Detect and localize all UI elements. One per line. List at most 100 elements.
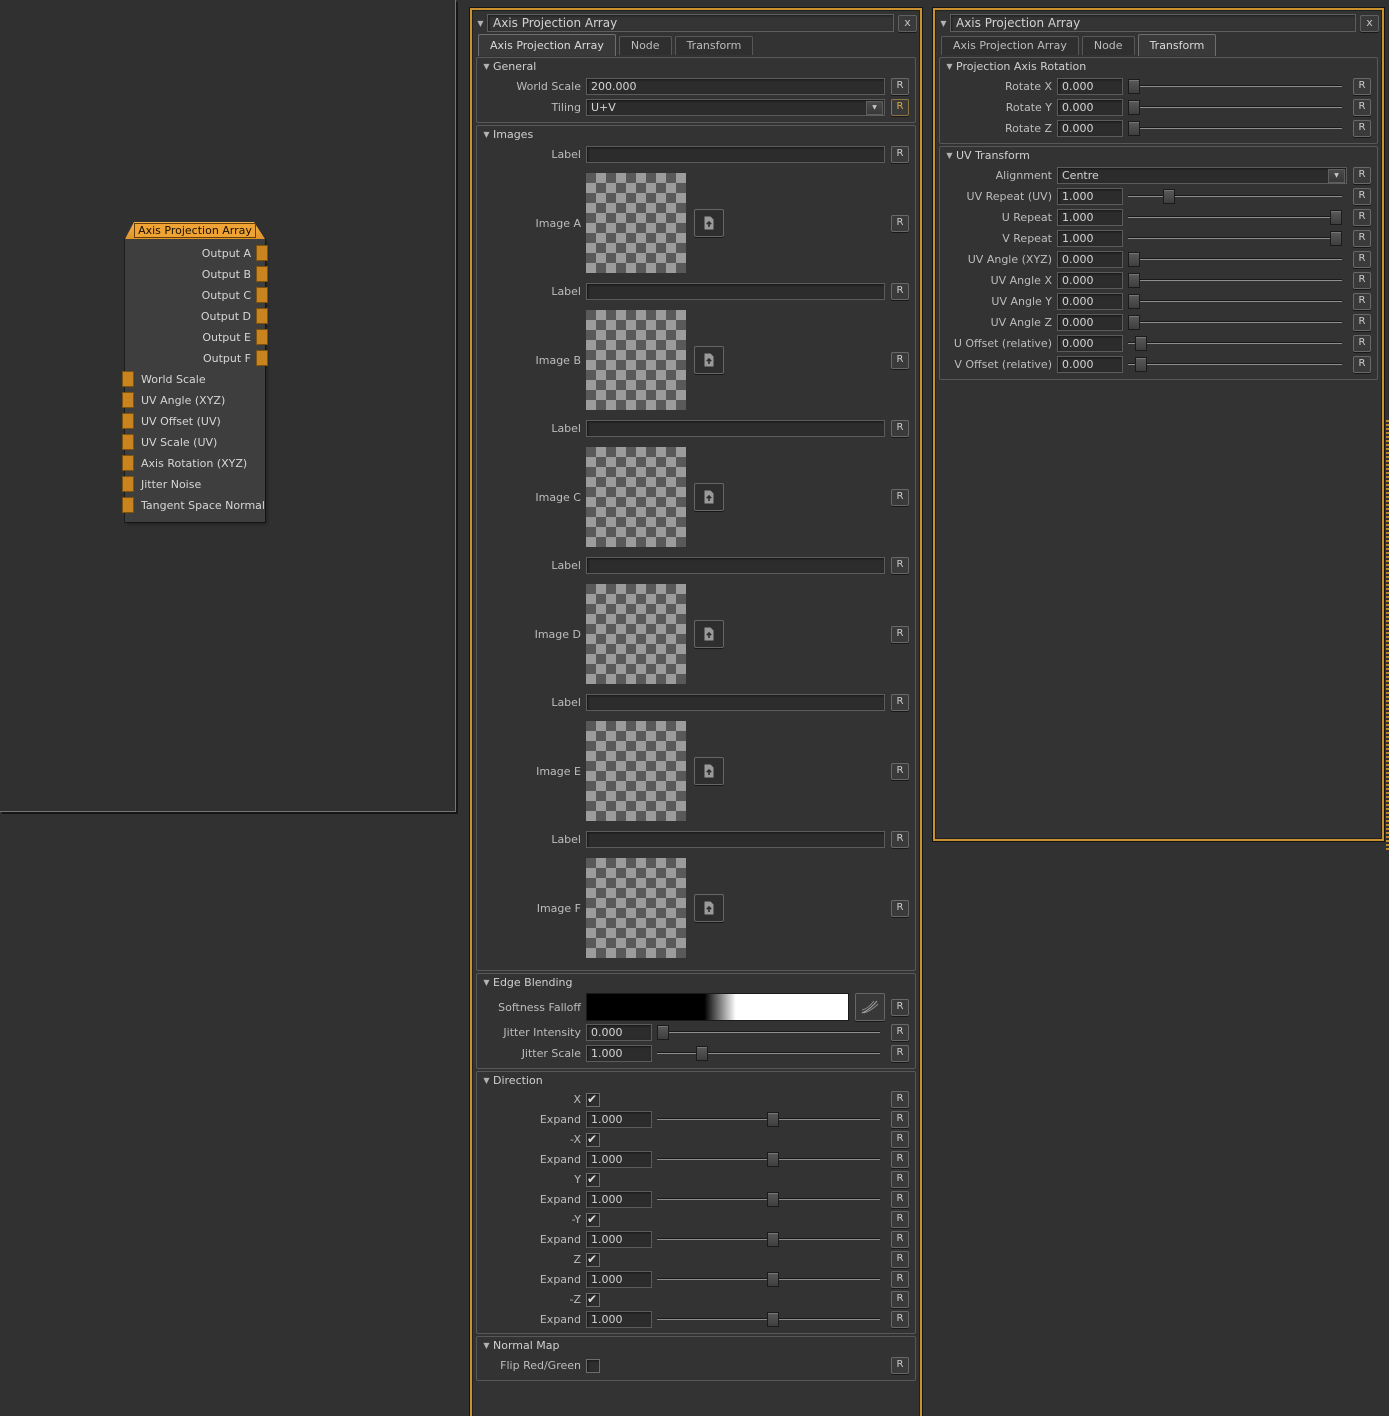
reset-button[interactable]: R xyxy=(891,1091,909,1108)
section-header[interactable]: ▼ Normal Map xyxy=(477,1337,915,1354)
uv-angle-xyz-slider[interactable] xyxy=(1128,251,1342,268)
output-connector[interactable] xyxy=(256,350,268,366)
slider-handle[interactable] xyxy=(1128,294,1140,309)
close-icon[interactable]: x xyxy=(898,15,917,32)
slider-handle[interactable] xyxy=(767,1232,779,1247)
reset-button[interactable]: R xyxy=(891,1024,909,1041)
rotate-x-slider[interactable] xyxy=(1128,78,1342,95)
expand-slider[interactable] xyxy=(657,1151,880,1168)
input-connector[interactable] xyxy=(122,413,134,429)
image-thumbnail[interactable] xyxy=(586,584,686,684)
rotate-z-input[interactable]: 0.000 xyxy=(1057,120,1123,137)
reset-button[interactable]: R xyxy=(891,763,909,780)
expand-input[interactable]: 1.000 xyxy=(586,1111,652,1128)
image-label-input[interactable] xyxy=(586,146,885,163)
input-connector[interactable] xyxy=(122,476,134,492)
reset-button[interactable]: R xyxy=(891,283,909,300)
image-thumbnail[interactable] xyxy=(586,310,686,410)
rotate-y-input[interactable]: 0.000 xyxy=(1057,99,1123,116)
collapse-icon[interactable]: ▼ xyxy=(474,19,487,28)
reset-button[interactable]: R xyxy=(891,831,909,848)
section-header[interactable]: ▼ Projection Axis Rotation xyxy=(940,58,1377,75)
output-connector[interactable] xyxy=(256,329,268,345)
chevron-down-icon[interactable]: ▼ xyxy=(1328,169,1345,183)
image-thumbnail[interactable] xyxy=(586,173,686,273)
reset-button[interactable]: R xyxy=(891,420,909,437)
v-repeat-slider[interactable] xyxy=(1128,230,1342,247)
rotate-z-slider[interactable] xyxy=(1128,120,1342,137)
u-offset-slider[interactable] xyxy=(1128,335,1342,352)
slider-handle[interactable] xyxy=(1135,336,1147,351)
reset-button[interactable]: R xyxy=(1353,272,1371,289)
node-graph-viewport[interactable]: Axis Projection Array Output A Output B … xyxy=(0,0,456,812)
u-repeat-input[interactable]: 1.000 xyxy=(1057,209,1123,226)
close-icon[interactable]: x xyxy=(1360,15,1379,32)
collapse-icon[interactable]: ▼ xyxy=(943,62,956,71)
tab-axis-projection-array[interactable]: Axis Projection Array xyxy=(478,34,616,56)
slider-handle[interactable] xyxy=(696,1046,708,1061)
tab-axis-projection-array[interactable]: Axis Projection Array xyxy=(941,36,1079,55)
uv-angle-xyz-input[interactable]: 0.000 xyxy=(1057,251,1123,268)
tiling-select[interactable]: U+V ▼ xyxy=(586,99,885,116)
slider-handle[interactable] xyxy=(767,1112,779,1127)
uv-angle-x-slider[interactable] xyxy=(1128,272,1342,289)
reset-button[interactable]: R xyxy=(1353,293,1371,310)
reset-button[interactable]: R xyxy=(891,1251,909,1268)
expand-slider[interactable] xyxy=(657,1271,880,1288)
load-image-button[interactable] xyxy=(694,209,724,237)
output-connector[interactable] xyxy=(256,245,268,261)
expand-input[interactable]: 1.000 xyxy=(586,1151,652,1168)
load-image-button[interactable] xyxy=(694,757,724,785)
direction-negy-checkbox[interactable] xyxy=(586,1213,600,1227)
v-offset-slider[interactable] xyxy=(1128,356,1342,373)
expand-input[interactable]: 1.000 xyxy=(586,1191,652,1208)
collapse-icon[interactable]: ▼ xyxy=(480,130,493,139)
collapse-icon[interactable]: ▼ xyxy=(480,978,493,987)
v-repeat-input[interactable]: 1.000 xyxy=(1057,230,1123,247)
uv-angle-y-slider[interactable] xyxy=(1128,293,1342,310)
reset-button[interactable]: R xyxy=(891,557,909,574)
reset-button[interactable]: R xyxy=(1353,230,1371,247)
reset-button[interactable]: R xyxy=(1353,356,1371,373)
reset-button[interactable]: R xyxy=(891,1045,909,1062)
reset-button[interactable]: R xyxy=(891,1111,909,1128)
reset-button[interactable]: R xyxy=(891,352,909,369)
jitter-intensity-input[interactable]: 0.000 xyxy=(586,1024,652,1041)
image-thumbnail[interactable] xyxy=(586,447,686,547)
reset-button[interactable]: R xyxy=(891,99,909,116)
slider-handle[interactable] xyxy=(1128,100,1140,115)
falloff-gradient-preview[interactable] xyxy=(586,993,849,1021)
collapse-icon[interactable]: ▼ xyxy=(480,62,493,71)
image-label-input[interactable] xyxy=(586,420,885,437)
reset-button[interactable]: R xyxy=(891,1211,909,1228)
uv-angle-z-input[interactable]: 0.000 xyxy=(1057,314,1123,331)
u-offset-input[interactable]: 0.000 xyxy=(1057,335,1123,352)
section-header[interactable]: ▼ UV Transform xyxy=(940,147,1377,164)
slider-handle[interactable] xyxy=(1128,121,1140,136)
tab-transform[interactable]: Transform xyxy=(675,36,754,55)
image-label-input[interactable] xyxy=(586,557,885,574)
reset-button[interactable]: R xyxy=(891,489,909,506)
node-header[interactable]: Axis Projection Array xyxy=(125,222,265,239)
image-thumbnail[interactable] xyxy=(586,858,686,958)
reset-button[interactable]: R xyxy=(1353,251,1371,268)
input-connector[interactable] xyxy=(122,497,134,513)
slider-handle[interactable] xyxy=(1128,273,1140,288)
input-connector[interactable] xyxy=(122,434,134,450)
expand-slider[interactable] xyxy=(657,1231,880,1248)
v-offset-input[interactable]: 0.000 xyxy=(1057,356,1123,373)
reset-button[interactable]: R xyxy=(891,1311,909,1328)
reset-button[interactable]: R xyxy=(891,1231,909,1248)
load-image-button[interactable] xyxy=(694,483,724,511)
collapse-icon[interactable]: ▼ xyxy=(937,19,950,28)
expand-input[interactable]: 1.000 xyxy=(586,1311,652,1328)
reset-button[interactable]: R xyxy=(891,78,909,95)
slider-handle[interactable] xyxy=(657,1025,669,1040)
image-thumbnail[interactable] xyxy=(586,721,686,821)
slider-handle[interactable] xyxy=(1128,315,1140,330)
reset-button[interactable]: R xyxy=(891,1171,909,1188)
panel-titlebar[interactable]: ▼ Axis Projection Array x xyxy=(474,13,917,33)
reset-button[interactable]: R xyxy=(891,1271,909,1288)
section-header[interactable]: ▼ Edge Blending xyxy=(477,974,915,991)
input-connector[interactable] xyxy=(122,392,134,408)
